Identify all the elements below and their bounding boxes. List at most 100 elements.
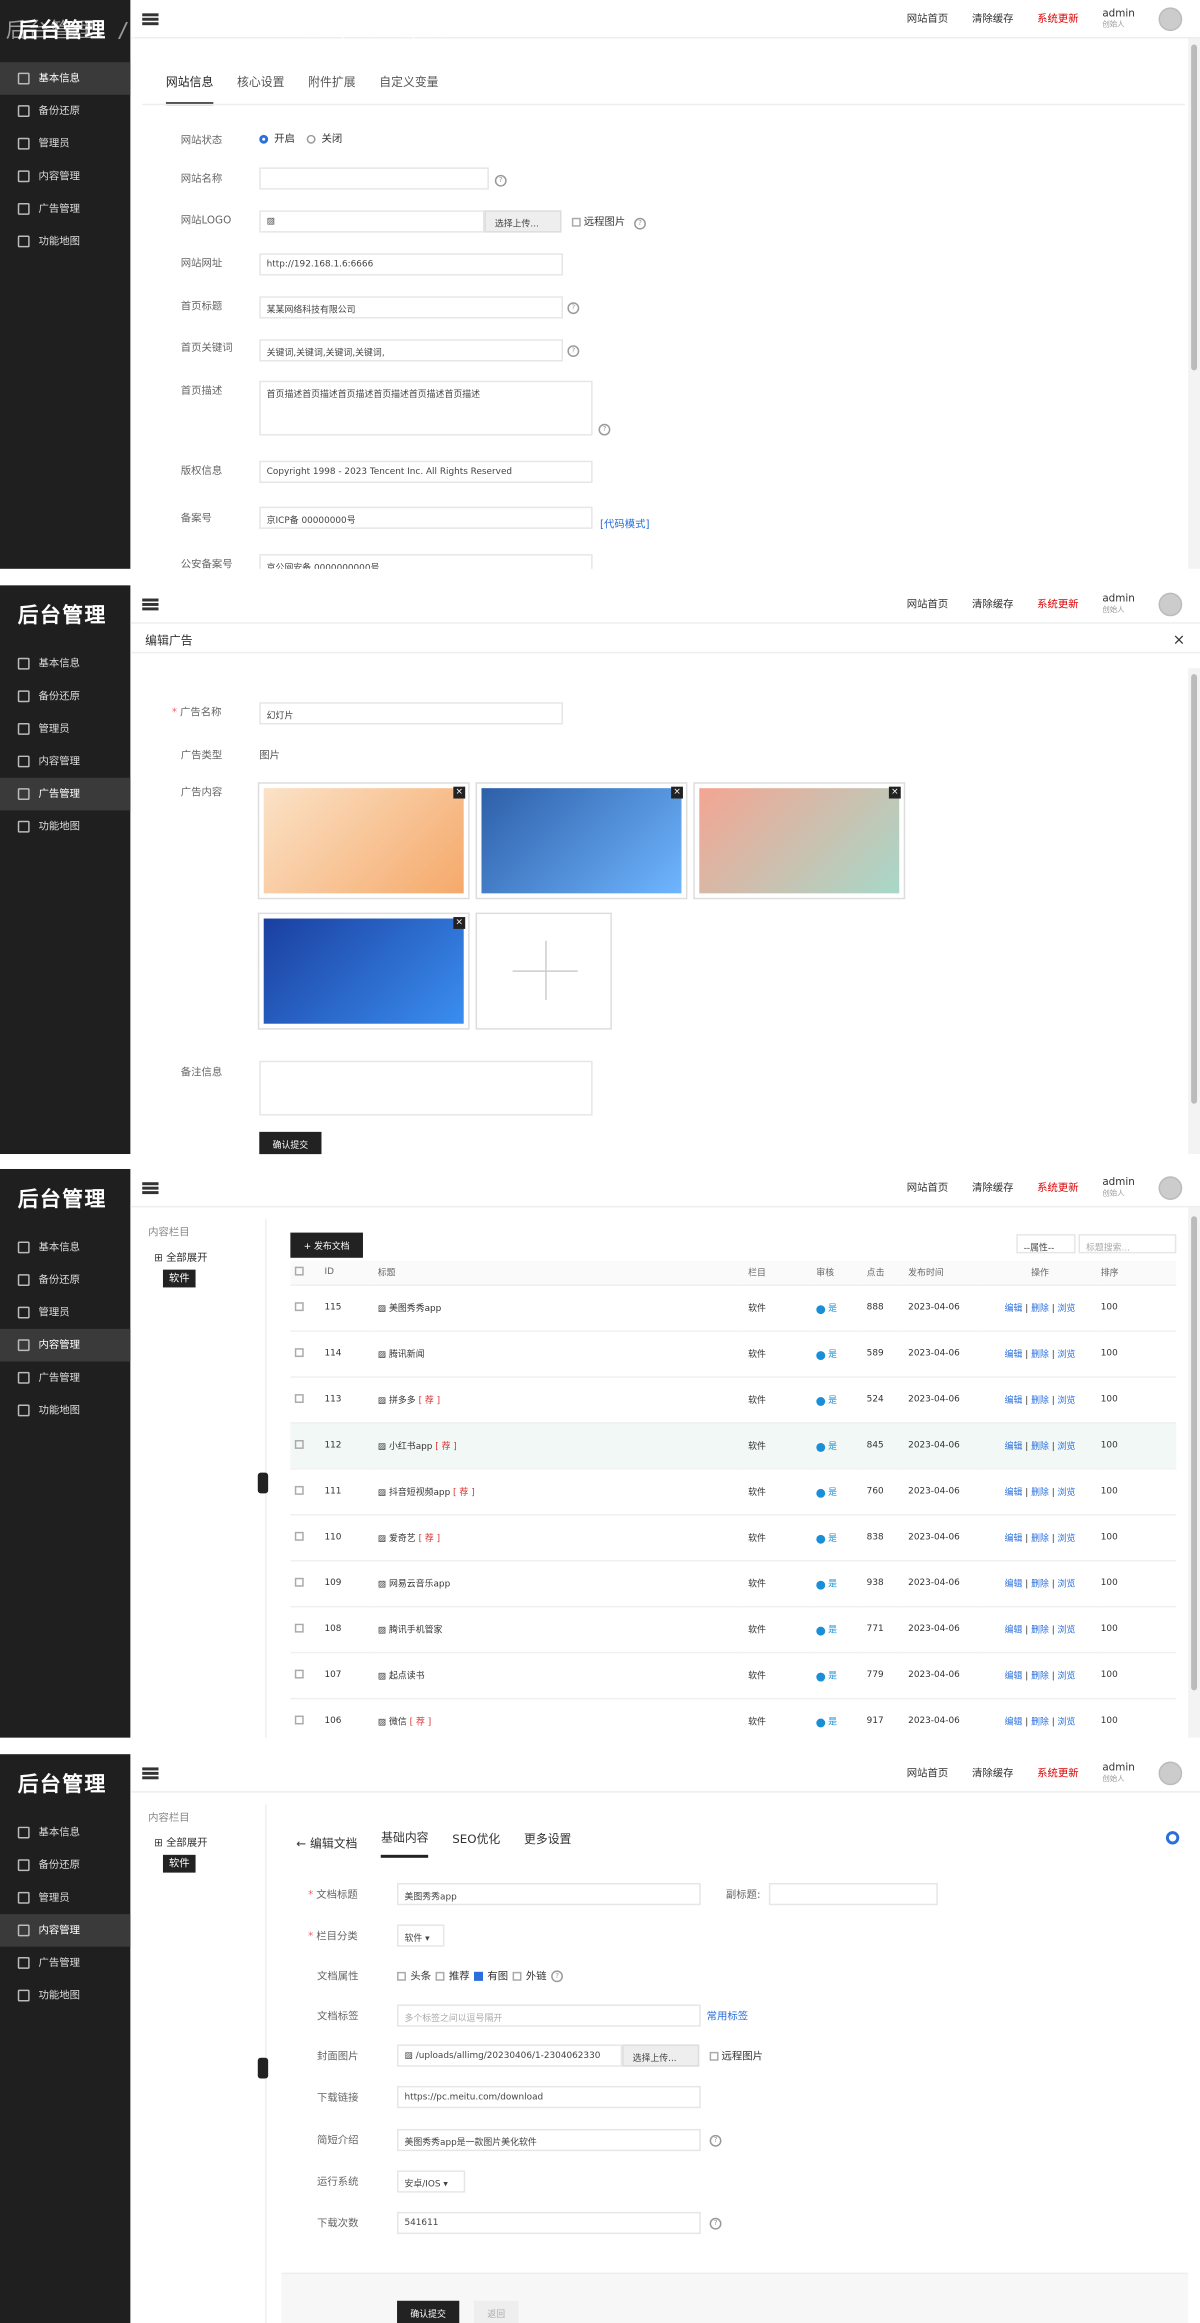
row-checkbox[interactable] <box>294 1485 304 1495</box>
submit-button[interactable]: 确认提交 <box>397 2300 460 2323</box>
description-textarea[interactable]: 首页描述首页描述首页描述首页描述首页描述首页描述 <box>259 380 593 436</box>
logo-input[interactable]: ▨ <box>259 210 485 233</box>
sidebar-item-content[interactable]: 内容管理 <box>0 1328 131 1362</box>
menu-toggle-icon[interactable] <box>142 1181 159 1194</box>
add-image-button[interactable] <box>475 912 612 1030</box>
table-row[interactable]: 112 ▨ 小红书app [ 荐 ] 软件是 845 2023-04-06 编辑 | 删除… <box>290 1422 1177 1469</box>
row-checkbox[interactable] <box>294 1622 304 1632</box>
cover-remote-checkbox[interactable] <box>709 2051 719 2061</box>
keywords-input[interactable]: 关键词,关键词,关键词,关键词, <box>259 339 563 362</box>
site-name-input[interactable] <box>259 167 489 190</box>
clear-cache-link[interactable]: 清除缓存 <box>972 1766 1013 1781</box>
tab-core[interactable]: 核心设置 <box>237 74 284 105</box>
police-textarea[interactable]: 京公网安备 0000000000号 <box>259 554 593 569</box>
code-mode-link[interactable]: [代码模式] <box>600 517 650 532</box>
sidebar-item-ads[interactable]: 广告管理 <box>0 1947 130 1980</box>
tags-input[interactable]: 多个标签之间以逗号隔开 <box>397 2004 701 2027</box>
search-input[interactable]: 标题搜索... <box>1078 1234 1177 1254</box>
site-home-link[interactable]: 网站首页 <box>907 1181 948 1196</box>
edit-link[interactable]: 编辑 <box>1005 1625 1023 1635</box>
os-select[interactable]: 安卓/IOS ▾ <box>397 2170 466 2193</box>
sidebar-item-ads[interactable]: 广告管理 <box>0 777 131 811</box>
sidebar-item-backup[interactable]: 备份还原 <box>0 680 130 713</box>
menu-toggle-icon[interactable] <box>142 1766 159 1779</box>
cover-input[interactable]: ▨ /uploads/allimg/20230406/1-2304062330 <box>397 2044 623 2067</box>
system-update-link[interactable]: 系统更新 <box>1037 12 1078 27</box>
row-checkbox[interactable] <box>294 1714 304 1724</box>
table-row[interactable]: 113 ▨ 拼多多 [ 荐 ] 软件是 524 2023-04-06 编辑 | 删除 | … <box>290 1376 1177 1423</box>
row-title[interactable]: ▨ 小红书app [ 荐 ] <box>373 1422 744 1469</box>
sidebar-item-basic[interactable]: 基本信息 <box>0 62 131 95</box>
site-home-link[interactable]: 网站首页 <box>907 597 948 612</box>
delete-link[interactable]: 删除 <box>1031 1625 1049 1635</box>
table-row[interactable]: 108 ▨ 腾讯手机管家 软件是 771 2023-04-06 编辑 | 删除 | 浏览 1… <box>290 1605 1177 1653</box>
doc-title-input[interactable]: 美图秀秀app <box>397 1882 701 1906</box>
subtitle-input[interactable] <box>768 1882 938 1906</box>
attribute-select[interactable]: --属性-- <box>1016 1234 1076 1254</box>
row-audit[interactable]: 是 <box>811 1468 863 1515</box>
col-audit[interactable]: 审核 <box>811 1260 863 1286</box>
download-count-input[interactable]: 541611 <box>397 2211 701 2235</box>
sidebar-item-map[interactable]: 功能地图 <box>0 810 130 843</box>
tree-item-software[interactable]: 软件 <box>162 1269 196 1288</box>
table-row[interactable]: 107 ▨ 起点读书 软件是 779 2023-04-06 编辑 | 删除 | 浏览 100 <box>290 1651 1177 1699</box>
row-checkbox[interactable] <box>294 1301 304 1311</box>
view-link[interactable]: 浏览 <box>1058 1671 1076 1681</box>
clear-cache-link[interactable]: 清除缓存 <box>972 1181 1013 1196</box>
sidebar-item-map[interactable]: 功能地图 <box>0 225 130 258</box>
download-link-input[interactable]: https://pc.meitu.com/download <box>397 2085 701 2109</box>
scrollbar[interactable] <box>1188 668 1200 1155</box>
row-audit[interactable]: 是 <box>811 1514 863 1561</box>
category-select[interactable]: 软件 ▾ <box>397 1924 445 1947</box>
sidebar-item-admin[interactable]: 管理员 <box>0 1296 130 1329</box>
edit-link[interactable]: 编辑 <box>1005 1396 1023 1406</box>
table-row[interactable]: 111 ▨ 抖音短视频app [ 荐 ] 软件是 760 2023-04-06 编辑 | … <box>290 1468 1177 1515</box>
delete-link[interactable]: 删除 <box>1031 1487 1049 1497</box>
sidebar-item-admin[interactable]: 管理员 <box>0 127 130 160</box>
edit-link[interactable]: 编辑 <box>1005 1533 1023 1543</box>
submit-button[interactable]: 确认提交 <box>259 1131 322 1155</box>
close-icon[interactable]: × <box>671 786 683 799</box>
scrollbar[interactable] <box>1188 1207 1200 1738</box>
row-title[interactable]: ▨ 拼多多 [ 荐 ] <box>373 1376 744 1423</box>
ad-image-4[interactable]: × <box>257 912 470 1030</box>
sidebar-item-basic[interactable]: 基本信息 <box>0 1816 130 1849</box>
row-title[interactable]: ▨ 抖音短视频app [ 荐 ] <box>373 1468 744 1515</box>
sidebar-item-map[interactable]: 功能地图 <box>0 1394 130 1427</box>
ad-image-1[interactable]: × <box>257 782 470 900</box>
status-off-radio[interactable] <box>306 134 316 144</box>
sidebar-item-ads[interactable]: 广告管理 <box>0 193 130 226</box>
user-info[interactable]: admin 创始人 <box>1102 593 1135 617</box>
sidebar-item-admin[interactable]: 管理员 <box>0 1882 130 1915</box>
attr-image-checkbox[interactable] <box>474 1971 483 1981</box>
row-audit[interactable]: 是 <box>811 1605 863 1653</box>
row-audit[interactable]: 是 <box>811 1284 863 1332</box>
view-link[interactable]: 浏览 <box>1058 1625 1076 1635</box>
edit-link[interactable]: 编辑 <box>1005 1717 1023 1727</box>
sidebar-item-content[interactable]: 内容管理 <box>0 745 130 778</box>
table-row[interactable]: 115 ▨ 美图秀秀app 软件是 888 2023-04-06 编辑 | 删除 | 浏览… <box>290 1284 1177 1332</box>
home-title-input[interactable]: 某某网络科技有限公司 <box>259 296 563 319</box>
back-button[interactable]: 返回 <box>474 2300 519 2323</box>
sidebar-item-backup[interactable]: 备份还原 <box>0 95 130 128</box>
menu-toggle-icon[interactable] <box>142 597 159 610</box>
table-row[interactable]: 110 ▨ 爱奇艺 [ 荐 ] 软件是 838 2023-04-06 编辑 | 删除 | … <box>290 1514 1177 1561</box>
view-link[interactable]: 浏览 <box>1058 1579 1076 1589</box>
edit-link[interactable]: 编辑 <box>1005 1579 1023 1589</box>
col-id[interactable]: ID <box>320 1260 374 1286</box>
delete-link[interactable]: 删除 <box>1031 1396 1049 1406</box>
avatar[interactable] <box>1158 592 1183 617</box>
row-sort[interactable]: 100 <box>1096 1422 1177 1469</box>
row-audit[interactable]: 是 <box>811 1697 863 1738</box>
row-checkbox[interactable] <box>294 1393 304 1403</box>
edit-link[interactable]: 编辑 <box>1005 1441 1023 1451</box>
view-link[interactable]: 浏览 <box>1058 1717 1076 1727</box>
row-sort[interactable]: 100 <box>1096 1330 1177 1378</box>
clear-cache-link[interactable]: 清除缓存 <box>972 597 1013 612</box>
publish-button[interactable]: + 发布文档 <box>290 1232 363 1258</box>
ad-name-input[interactable]: 幻灯片 <box>259 702 563 725</box>
close-icon[interactable]: × <box>888 786 901 799</box>
scrollbar[interactable] <box>1188 38 1200 569</box>
user-info[interactable]: admin 创始人 <box>1102 1176 1135 1200</box>
close-icon[interactable]: × <box>1173 633 1185 649</box>
